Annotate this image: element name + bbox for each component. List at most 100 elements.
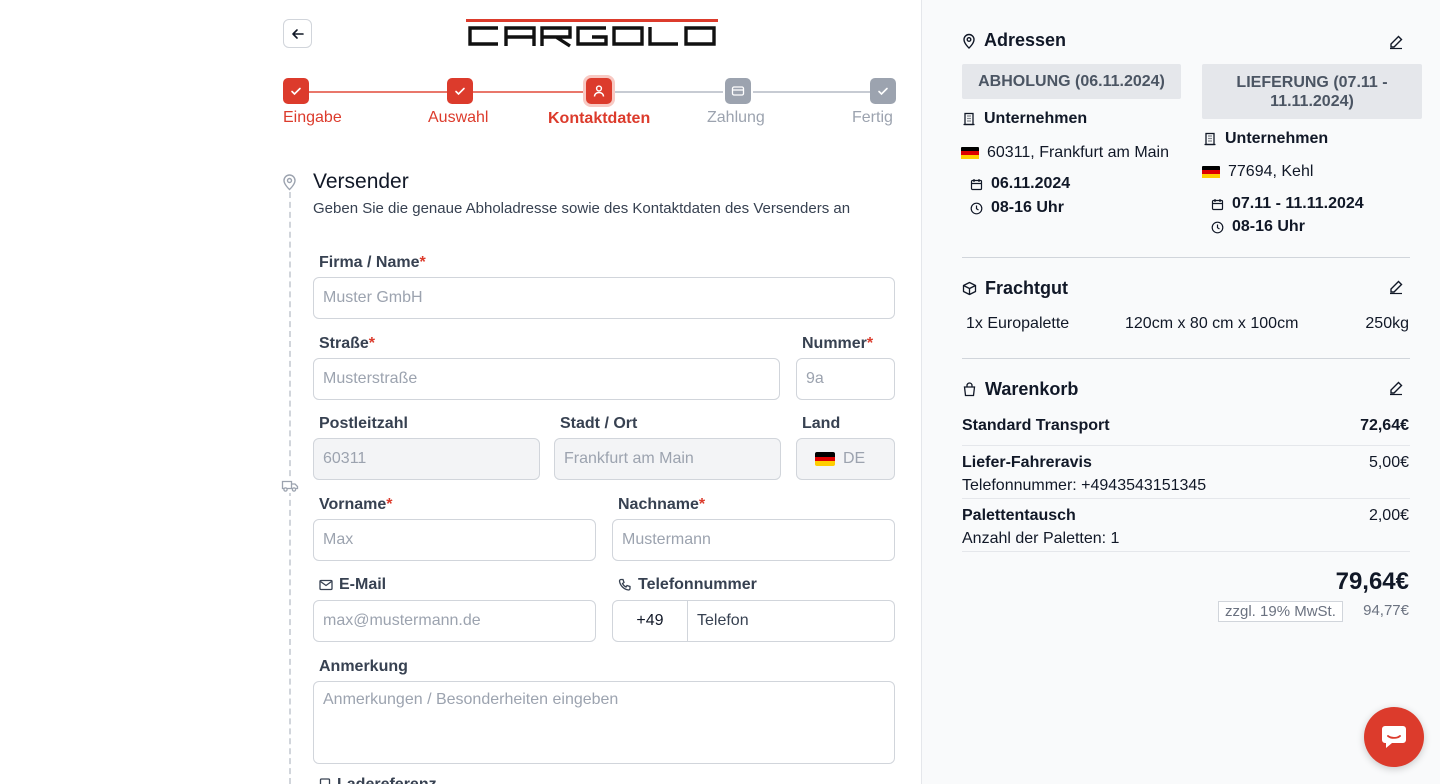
- phone-prefix-select[interactable]: +49: [612, 600, 688, 642]
- document-icon: [319, 778, 331, 784]
- lastname-input[interactable]: Mustermann: [612, 519, 895, 561]
- divider: [962, 445, 1410, 446]
- cart-line-name: Liefer-Fahreravis: [962, 454, 1092, 471]
- cart-line-price: 72,64€: [1360, 417, 1409, 434]
- vat-label: zzgl. 19% MwSt.: [1218, 601, 1343, 622]
- pickup-type: Unternehmen: [962, 110, 1087, 128]
- back-button[interactable]: [283, 19, 312, 48]
- clock-icon: [1211, 221, 1224, 233]
- check-icon: [447, 78, 473, 104]
- step-label-fertig: Fertig: [852, 109, 893, 126]
- section-title-sender: Versender: [313, 170, 409, 193]
- pickup-badge: ABHOLUNG (06.11.2024): [962, 64, 1181, 99]
- edit-freight-icon[interactable]: [1388, 279, 1404, 295]
- calendar-icon: [1211, 198, 1224, 210]
- number-label: Nummer*: [802, 335, 874, 352]
- step-label-kontaktdaten: Kontaktdaten: [548, 110, 651, 127]
- chat-button[interactable]: [1364, 707, 1424, 767]
- phone-input[interactable]: Telefon: [688, 600, 895, 642]
- cart-line-price: 5,00€: [1368, 454, 1409, 471]
- step-zahlung[interactable]: [725, 78, 751, 104]
- divider: [962, 257, 1410, 258]
- package-icon: [962, 281, 977, 296]
- firstname-label: Vorname*: [319, 496, 393, 513]
- delivery-time: 08-16 Uhr: [1211, 218, 1305, 236]
- check-icon: [870, 78, 896, 104]
- street-input[interactable]: Musterstraße: [313, 358, 780, 400]
- divider: [962, 358, 1410, 359]
- delivery-badge: LIEFERUNG (07.11 - 11.11.2024): [1202, 64, 1422, 119]
- freight-dimensions: 120cm x 80 cm x 100cm: [1125, 315, 1299, 332]
- cart-line-name: Palettentausch: [962, 507, 1076, 524]
- phone-icon: [618, 578, 631, 591]
- step-fertig[interactable]: [870, 78, 896, 104]
- calendar-icon: [970, 178, 983, 190]
- city-input: Frankfurt am Main: [554, 438, 781, 480]
- section-description: Geben Sie die genaue Abholadresse sowie …: [313, 200, 851, 217]
- gross-total: 94,77€: [1363, 602, 1409, 619]
- step-eingabe[interactable]: [283, 78, 309, 104]
- step-label-zahlung: Zahlung: [707, 109, 765, 126]
- arrow-left-icon: [291, 28, 304, 39]
- shopping-bag-icon: [963, 382, 976, 397]
- company-label: Firma / Name*: [319, 254, 426, 271]
- step-connector: [613, 91, 723, 93]
- freight-heading: Frachtgut: [962, 278, 1068, 299]
- truck-icon: [281, 479, 299, 493]
- map-pin-icon: [282, 173, 297, 191]
- number-input[interactable]: 9a: [796, 358, 895, 400]
- pickup-date: 06.11.2024: [970, 175, 1070, 193]
- mail-icon: [319, 579, 333, 591]
- freight-weight: 250kg: [1365, 315, 1409, 332]
- building-icon: [963, 112, 975, 126]
- firstname-input[interactable]: Max: [313, 519, 596, 561]
- booking-form-panel: Eingabe Auswahl Kontaktdaten Zahlung Fer…: [0, 0, 921, 784]
- zip-label: Postleitzahl: [319, 415, 408, 432]
- addresses-heading: Adressen: [962, 30, 1066, 51]
- progress-stepper: Eingabe Auswahl Kontaktdaten Zahlung Fer…: [283, 78, 896, 134]
- step-label-auswahl: Auswahl: [428, 109, 489, 126]
- street-label: Straße*: [319, 335, 376, 352]
- cart-heading: Warenkorb: [962, 379, 1078, 400]
- phone-label: Telefonnummer: [618, 576, 757, 594]
- note-textarea[interactable]: Anmerkungen / Besonderheiten eingeben: [313, 681, 895, 764]
- pickup-time: 08-16 Uhr: [970, 199, 1064, 217]
- divider: [962, 551, 1410, 552]
- step-connector: [753, 91, 873, 93]
- freight-item: 1x Europalette: [966, 315, 1070, 332]
- credit-card-icon: [725, 78, 751, 104]
- cart-line-detail: Anzahl der Paletten: 1: [962, 530, 1120, 547]
- country-select: DE: [796, 438, 895, 480]
- clock-icon: [970, 202, 983, 214]
- step-kontaktdaten[interactable]: [586, 78, 612, 104]
- building-icon: [1204, 132, 1216, 146]
- divider: [962, 498, 1410, 499]
- cart-line-name: Standard Transport: [962, 417, 1110, 434]
- pickup-location: 60311, Frankfurt am Main: [961, 144, 1169, 162]
- delivery-date: 07.11 - 11.11.2024: [1211, 195, 1364, 213]
- zip-input: 60311: [313, 438, 540, 480]
- email-input[interactable]: max@mustermann.de: [313, 600, 596, 642]
- cart-total: 79,64€: [1335, 568, 1409, 595]
- check-icon: [283, 78, 309, 104]
- germany-flag-icon: [961, 146, 979, 160]
- city-label: Stadt / Ort: [560, 415, 638, 432]
- cart-line-price: 2,00€: [1368, 507, 1409, 524]
- cart-line-detail: Telefonnummer: +4943543151345: [962, 477, 1207, 494]
- company-input[interactable]: Muster GmbH: [313, 277, 895, 319]
- email-label: E-Mail: [319, 576, 386, 594]
- germany-flag-icon: [1202, 165, 1220, 179]
- loading-reference-label: Ladereferenz: [319, 776, 437, 784]
- step-auswahl[interactable]: [447, 78, 473, 104]
- lastname-label: Nachname*: [618, 496, 706, 513]
- edit-cart-icon[interactable]: [1388, 380, 1404, 396]
- map-pin-icon: [963, 33, 975, 49]
- cargolo-logo: [466, 19, 718, 48]
- edit-addresses-icon[interactable]: [1388, 34, 1404, 50]
- note-label: Anmerkung: [319, 658, 408, 675]
- user-icon: [586, 78, 612, 104]
- step-connector: [303, 91, 459, 93]
- chat-bubble-icon: [1382, 726, 1406, 748]
- country-label: Land: [802, 415, 841, 432]
- step-label-eingabe: Eingabe: [283, 109, 342, 126]
